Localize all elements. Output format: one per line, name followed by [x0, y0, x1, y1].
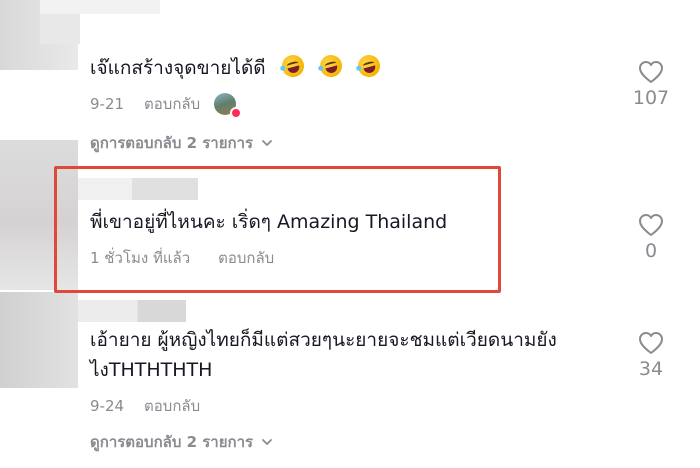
- comment-text-line-1: เอ้ายาย ผู้หญิงไทยก็มีแต่สวยๆนะยายจะชมแต…: [90, 329, 557, 351]
- like-count: 107: [632, 87, 670, 109]
- view-replies-button[interactable]: ดูการตอบกลับ 2 รายการ: [90, 131, 273, 155]
- like-count: 34: [638, 358, 664, 380]
- blurred-username: [40, 0, 160, 14]
- reply-button[interactable]: ตอบกลับ: [144, 394, 200, 418]
- blurred-username: [40, 14, 80, 44]
- comment-meta: 1 ชั่วโมง ที่แล้ว ตอบกลับ: [90, 246, 274, 270]
- view-replies-label: ดูการตอบกลับ 2 รายการ: [90, 134, 254, 152]
- creator-liked-avatar: [214, 93, 243, 119]
- like-button[interactable]: 0: [621, 212, 681, 262]
- comment-meta: 9-21 ตอบกลับ: [90, 92, 243, 119]
- comment-date: 9-24: [90, 397, 125, 415]
- rolling-laughing-emoji-icon: [279, 52, 307, 80]
- comment-date: 9-21: [90, 95, 125, 113]
- like-button[interactable]: 107: [621, 59, 681, 109]
- comment-text: พี่เขาอยู่ที่ไหนคะ เริ่ดๆ Amazing Thaila…: [90, 211, 448, 233]
- blurred-username: [78, 300, 186, 322]
- heart-badge-icon: [230, 107, 243, 119]
- comment-body: เจ๊แกสร้างจุดขายได้ดี: [90, 57, 266, 79]
- chevron-down-icon: [262, 439, 272, 445]
- reply-button[interactable]: ตอบกลับ: [218, 246, 274, 270]
- blurred-avatar: [0, 292, 78, 388]
- view-replies-label: ดูการตอบกลับ 2 รายการ: [90, 433, 254, 451]
- reply-button[interactable]: ตอบกลับ: [144, 92, 200, 116]
- comment-text-line-2: ไงTHTHTHTH: [90, 359, 213, 381]
- comment-meta: 9-24 ตอบกลับ: [90, 394, 200, 418]
- heart-icon: [639, 214, 663, 236]
- like-button[interactable]: 34: [621, 330, 681, 380]
- comment-date: 1 ชั่วโมง ที่แล้ว: [90, 249, 191, 267]
- heart-icon: [639, 332, 663, 354]
- heart-icon: [639, 61, 663, 83]
- comment-text: เจ๊แกสร้างจุดขายได้ดี: [90, 52, 383, 82]
- like-count: 0: [644, 240, 658, 262]
- view-replies-button[interactable]: ดูการตอบกลับ 2 รายการ: [90, 430, 273, 454]
- rolling-laughing-emoji-icon: [317, 52, 345, 80]
- rolling-laughing-emoji-icon: [355, 52, 383, 80]
- chevron-down-icon: [262, 140, 272, 146]
